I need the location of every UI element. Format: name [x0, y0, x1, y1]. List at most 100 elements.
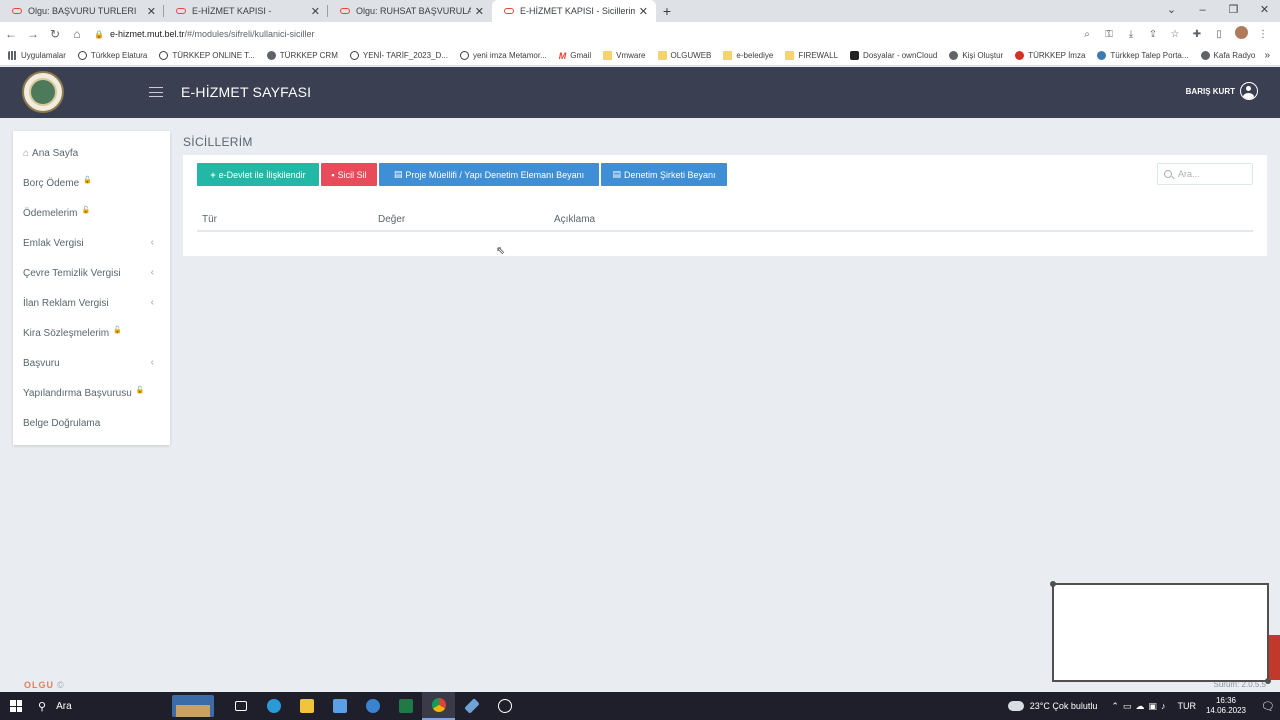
- chat-app-icon[interactable]: [356, 692, 389, 720]
- tray-icons[interactable]: ⌃▭☁▣♪: [1111, 701, 1169, 712]
- pen-app-icon[interactable]: [455, 692, 488, 720]
- back-icon[interactable]: ←: [0, 27, 22, 41]
- turkkep-icon: [1015, 51, 1025, 60]
- zoom-icon[interactable]: ⌕: [1076, 29, 1098, 40]
- municipality-logo[interactable]: [22, 71, 64, 113]
- bookmark-item[interactable]: Dosyalar - ownCloud: [850, 51, 937, 60]
- column-header-tur[interactable]: Tür: [202, 214, 217, 225]
- clock-app-icon[interactable]: [488, 692, 521, 720]
- sidebar-item-ilan-reklam-vergisi[interactable]: İlan Reklam Vergisi ‹: [13, 288, 170, 318]
- olgu-favicon-icon: [340, 8, 350, 14]
- sidebar-item-odemelerim[interactable]: Ödemelerim 🔓: [13, 198, 170, 228]
- link-edevlet-button[interactable]: + e-Devlet ile İlişkilendir: [197, 163, 319, 186]
- user-menu[interactable]: BARIŞ KURT: [1186, 82, 1258, 100]
- taskbar-search[interactable]: ⚲ Ara: [32, 692, 172, 720]
- bookmark-star-icon[interactable]: ☆: [1164, 29, 1186, 40]
- page-title: SİCİLLERİM: [183, 135, 253, 149]
- sidebar-item-emlak-vergisi[interactable]: Emlak Vergisi ‹: [13, 228, 170, 258]
- notification-icon[interactable]: 🗨: [1256, 700, 1280, 713]
- tab-search-icon[interactable]: ⌄: [1156, 0, 1187, 22]
- bookmark-item[interactable]: Kafa Radyo: [1200, 51, 1255, 60]
- address-bar[interactable]: 🔒 e-hizmet.mut.bel.tr/#/modules/sifreli/…: [94, 25, 1076, 43]
- home-icon[interactable]: ⌂: [66, 27, 88, 41]
- bookmark-item[interactable]: e-belediye: [723, 51, 773, 60]
- search-highlight-image[interactable]: [172, 695, 214, 717]
- start-button[interactable]: [0, 700, 32, 712]
- tab-label: E-HİZMET KAPISI -: [192, 6, 272, 16]
- profile-avatar[interactable]: [1230, 26, 1252, 42]
- floating-preview-window[interactable]: [1050, 581, 1271, 684]
- column-header-deger[interactable]: Değer: [378, 214, 405, 225]
- search-box[interactable]: [1157, 163, 1253, 185]
- chrome-icon[interactable]: [422, 692, 455, 720]
- sidebar-item-borc-odeme[interactable]: Borç Ödeme 🔓: [13, 168, 170, 198]
- close-tab-icon[interactable]: ✕: [639, 5, 648, 18]
- sidebar-item-belge-dogrulama[interactable]: Belge Doğrulama: [13, 408, 170, 438]
- browser-tab[interactable]: Olgu: BAŞVURU TURLERI ✕: [0, 0, 164, 22]
- bookmark-item[interactable]: yeni imza Metamor...: [459, 51, 547, 60]
- install-icon[interactable]: ⤓: [1120, 29, 1142, 40]
- search-input[interactable]: [1178, 169, 1248, 179]
- user-name: BARIŞ KURT: [1185, 86, 1235, 96]
- close-tab-icon[interactable]: ✕: [311, 5, 320, 18]
- folder-icon: [723, 51, 733, 60]
- browser-tab-active[interactable]: E-HİZMET KAPISI - Sicillerim ✕: [492, 0, 656, 22]
- weather-widget[interactable]: 23°C Çok bulutlu: [1007, 701, 1097, 711]
- store-icon[interactable]: [323, 692, 356, 720]
- lock-icon[interactable]: 🔒: [94, 30, 104, 39]
- share-icon[interactable]: ⇪: [1142, 29, 1164, 40]
- bookmark-item[interactable]: YENİ- TARİF_2023_D...: [349, 51, 448, 60]
- bookmark-item[interactable]: TÜRKKEP İmza: [1015, 51, 1085, 60]
- hamburger-menu-icon[interactable]: [149, 87, 163, 97]
- menu-dots-icon[interactable]: ⋮: [1252, 29, 1274, 40]
- bookmark-item[interactable]: Vmware: [603, 51, 646, 60]
- sidepanel-icon[interactable]: ▯: [1208, 29, 1230, 40]
- user-avatar-icon: [1240, 82, 1258, 100]
- delete-registry-button[interactable]: ▪ Sicil Sil: [321, 163, 377, 186]
- folder-icon: [785, 51, 795, 60]
- edge-browser-icon[interactable]: [257, 692, 290, 720]
- olgu-favicon-icon: [504, 8, 514, 14]
- sidebar-item-yapilandirma-basvurusu[interactable]: Yapılandırma Başvurusu 🔓: [13, 378, 170, 408]
- sidebar-item-kira-sozlesmelerim[interactable]: Kira Sözleşmelerim 🔓: [13, 318, 170, 348]
- project-owner-declaration-button[interactable]: ▤ Proje Müellifi / Yapı Denetim Elemanı …: [379, 163, 599, 186]
- sidebar-item-cevre-temizlik-vergisi[interactable]: Çevre Temizlik Vergisi ‹: [13, 258, 170, 288]
- bookmark-item[interactable]: Türkkep Talep Porta...: [1097, 51, 1189, 60]
- bookmarks-more-icon[interactable]: »: [1264, 50, 1270, 61]
- browser-tab[interactable]: E-HİZMET KAPISI - ✕: [164, 0, 328, 22]
- minimize-icon[interactable]: –: [1187, 0, 1218, 22]
- browser-tab[interactable]: Olgu: RUHSAT BAŞVURULARI ✕: [328, 0, 492, 22]
- bookmark-item[interactable]: FIREWALL: [785, 51, 838, 60]
- bookmark-item[interactable]: TÜRKKEP ONLINE T...: [159, 51, 255, 60]
- close-tab-icon[interactable]: ✕: [475, 5, 484, 18]
- sidebar-item-basvuru[interactable]: Başvuru ‹: [13, 348, 170, 378]
- file-explorer-icon[interactable]: [290, 692, 323, 720]
- clock[interactable]: 16:36 14.06.2023: [1206, 696, 1246, 716]
- inspection-company-declaration-button[interactable]: ▤ Denetim Şirketi Beyanı: [601, 163, 727, 186]
- bookmark-item[interactable]: Türkkep Elatura: [77, 51, 147, 60]
- footer-brand: OLGU ©: [24, 680, 65, 690]
- bookmark-item[interactable]: OLGUWEB: [657, 51, 711, 60]
- restore-icon[interactable]: ❐: [1218, 0, 1249, 22]
- extensions-icon[interactable]: ✚: [1186, 29, 1208, 40]
- language-indicator[interactable]: TUR: [1177, 701, 1196, 711]
- close-tab-icon[interactable]: ✕: [147, 5, 156, 18]
- plus-icon: +: [210, 169, 216, 180]
- column-header-aciklama[interactable]: Açıklama: [554, 214, 595, 225]
- tab-label: E-HİZMET KAPISI - Sicillerim: [520, 6, 635, 16]
- tab-label: Olgu: BAŞVURU TURLERI: [28, 6, 137, 16]
- forward-icon[interactable]: →: [22, 27, 44, 41]
- bookmark-item[interactable]: TÜRKKEP CRM: [266, 51, 338, 60]
- excel-icon[interactable]: [389, 692, 422, 720]
- close-window-icon[interactable]: ✕: [1249, 0, 1280, 22]
- search-icon: [1164, 170, 1172, 178]
- bookmark-item[interactable]: M Gmail: [559, 51, 591, 61]
- new-tab-button[interactable]: +: [656, 0, 678, 22]
- task-view-icon[interactable]: [224, 692, 257, 720]
- bookmark-item[interactable]: Kişi Oluştur: [949, 51, 1003, 60]
- sidebar-item-ana-sayfa[interactable]: ⌂ Ana Sayfa: [13, 138, 170, 168]
- key-icon[interactable]: ⚿: [1098, 29, 1120, 40]
- sidebar-nav: ⌂ Ana Sayfa Borç Ödeme 🔓 Ödemelerim 🔓 Em…: [13, 131, 170, 445]
- reload-icon[interactable]: ↻: [44, 27, 66, 41]
- bookmark-item[interactable]: Uygulamalar: [8, 51, 66, 60]
